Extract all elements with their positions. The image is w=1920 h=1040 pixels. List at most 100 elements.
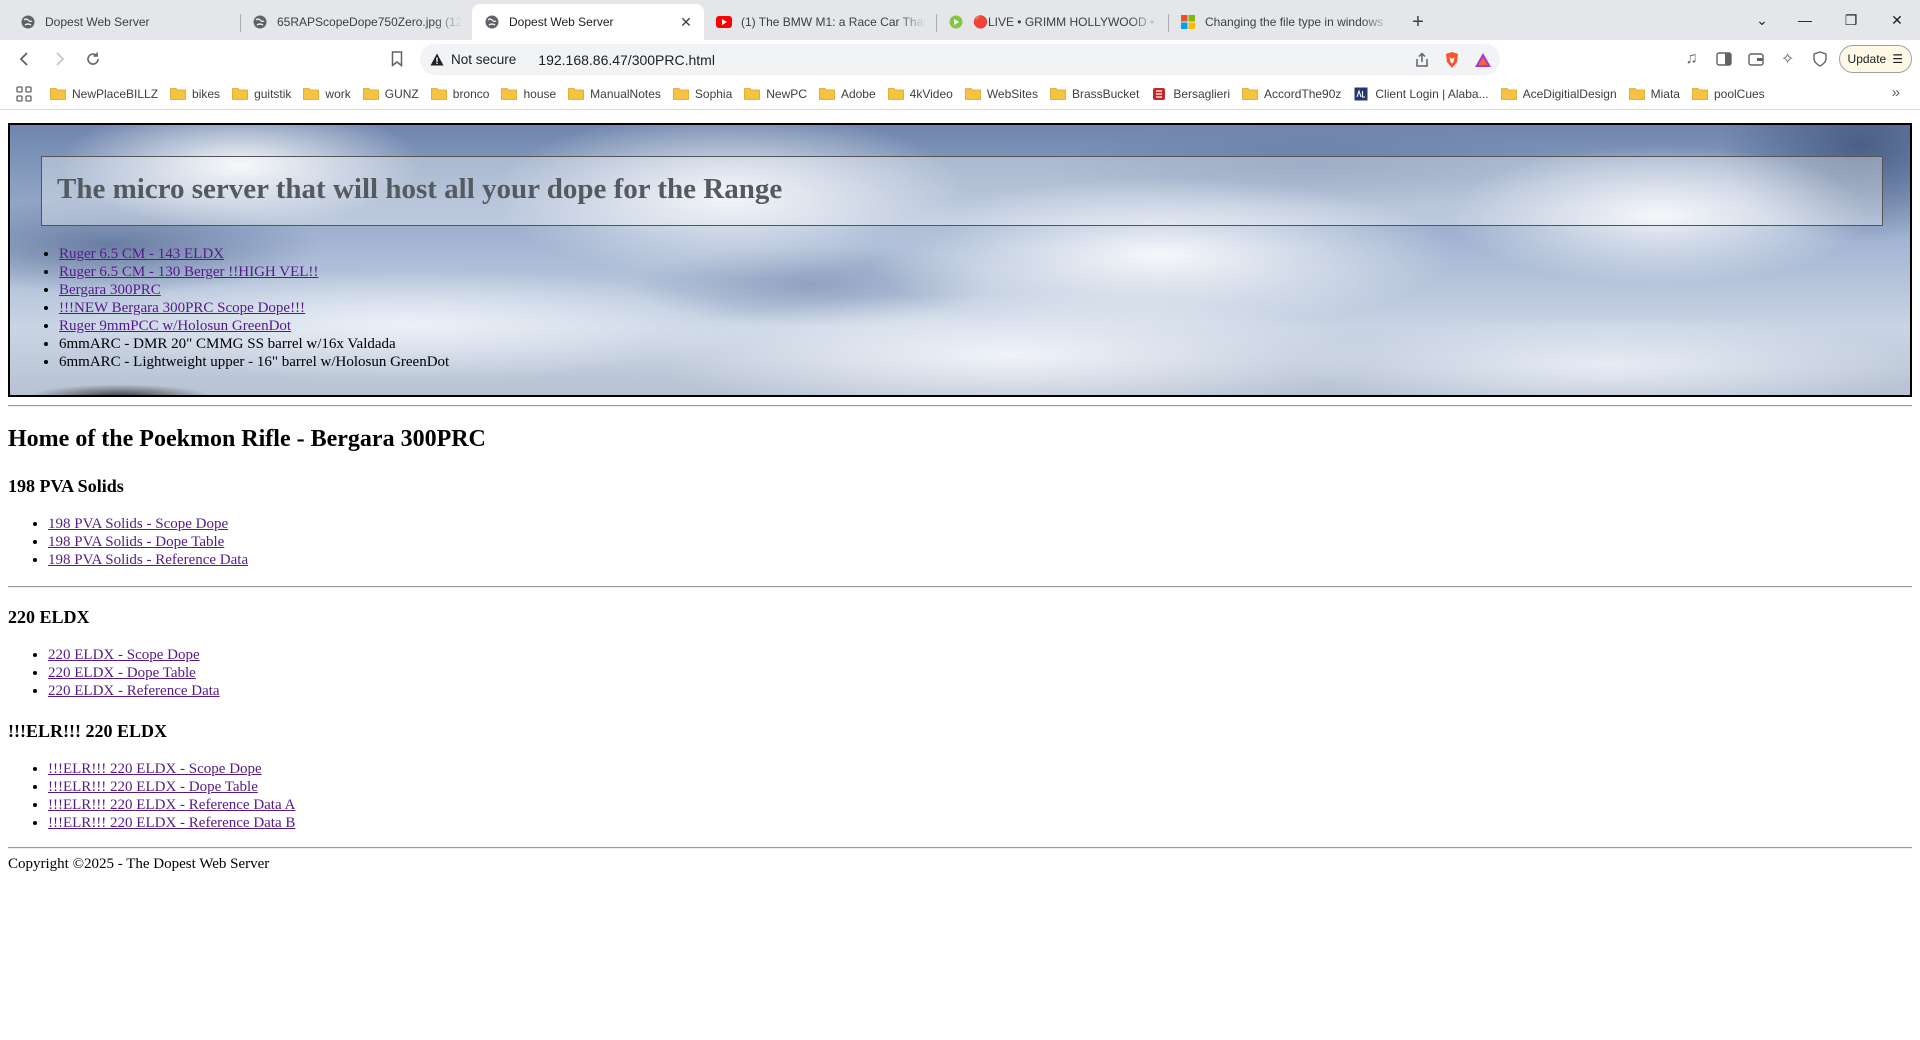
minimize-button[interactable]: — [1782,0,1828,40]
list-item: 220 ELDX - Dope Table [48,664,220,682]
restore-icon: ❐ [1844,11,1858,28]
link-elr-220-eldx-reference-data-a[interactable]: !!!ELR!!! 220 ELDX - Reference Data A [48,797,295,813]
section-links-220-eldx: 220 ELDX - Scope Dope 220 ELDX - Dope Tab… [8,646,220,700]
close-tab-icon[interactable]: ✕ [678,14,694,30]
leo-ai-button[interactable]: ✧ [1775,44,1801,74]
nav-link-ruger-6-5-cm-143-eldx[interactable]: Ruger 6.5 CM - 143 ELDX [59,246,224,262]
bookmark-accordthe90z[interactable]: AccordThe90z [1242,87,1341,101]
globe-icon [484,14,500,30]
bookmark-sophia[interactable]: Sophia [672,86,733,101]
link-220-eldx-reference-data[interactable]: 220 ELDX - Reference Data [48,683,220,699]
reload-icon [87,52,99,65]
bookmark-poolcues[interactable]: poolCues [1692,87,1765,101]
shield-icon [1812,51,1827,67]
list-item: !!!ELR!!! 220 ELDX - Reference Data A [48,796,295,814]
bookmark-bersaglieri[interactable]: Bersaglieri [1151,87,1230,101]
globe-icon [20,14,36,30]
link-198-pva-solids-dope-table[interactable]: 198 PVA Solids - Dope Table [48,534,224,550]
nav-link-bergara-300prc[interactable]: Bergara 300PRC [59,282,161,298]
address-bar[interactable]: Not secure 192.168.86.47/300PRC.html [420,44,1500,75]
bookmark-house[interactable]: house [501,87,556,101]
arrow-right-icon [56,52,65,66]
bookmark-label: work [325,86,351,101]
close-window-button[interactable]: ✕ [1874,0,1920,40]
security-indicator[interactable]: Not secure [430,52,516,67]
folder-icon [232,87,248,101]
bookmark-gunz[interactable]: GUNZ [362,87,419,101]
folder-icon [1500,87,1517,101]
share-icon[interactable] [1414,51,1430,68]
bookmark-newplacebillz[interactable]: NewPlaceBILLZ [50,87,158,101]
forward-button[interactable] [42,42,76,76]
link-220-eldx-dope-table[interactable]: 220 ELDX - Dope Table [48,665,196,681]
youtube-icon [716,14,732,30]
bookmark-icon [391,51,403,67]
link-220-eldx-scope-dope[interactable]: 220 ELDX - Scope Dope [48,647,200,663]
tab-0[interactable]: Dopest Web Server [8,4,240,40]
folder-icon [887,87,904,101]
bookmark-newpc[interactable]: NewPC [744,87,807,101]
tab-3[interactable]: (1) The BMW M1: a Race Car That C [704,4,936,40]
sidebar-button[interactable] [1711,44,1737,74]
back-button[interactable] [8,42,42,76]
bookmark-bikes[interactable]: bikes [170,87,220,101]
folder-icon [501,87,518,101]
menu-icon: ☰ [1892,52,1903,66]
section-title-elr-220-eldx: !!!ELR!!! 220 ELDX [8,721,167,741]
apps-button[interactable] [10,80,38,108]
nav-link-ruger-9mmpcc-w-holosun-greendot[interactable]: Ruger 9mmPCC w/Holosun GreenDot [59,318,291,334]
nav-link-new-bergara-300prc-scope-dope[interactable]: !!!NEW Bergara 300PRC Scope Dope!!! [59,300,305,316]
link-elr-220-eldx-dope-table[interactable]: !!!ELR!!! 220 ELDX - Dope Table [48,779,258,795]
bookmark-guitstik[interactable]: guitstik [232,87,291,101]
media-controls-button[interactable]: ♫ [1679,44,1705,74]
close-icon: ✕ [1891,11,1903,28]
vpn-button[interactable] [1807,44,1833,74]
restore-button[interactable]: ❐ [1828,0,1874,40]
bookmarks-bar: NewPlaceBILLZ bikes guitstik work GUNZ bronco… [0,78,1920,110]
bookmark-miata[interactable]: Miata [1628,87,1680,101]
nav-link-ruger-6-5-cm-130-berger-high-vel[interactable]: Ruger 6.5 CM - 130 Berger !!HIGH VEL!! [59,264,318,280]
page-heading: Home of the Poekmon Rifle - Bergara 300P… [8,426,486,452]
nav-item: !!!NEW Bergara 300PRC Scope Dope!!! [59,299,449,317]
tab-4[interactable]: 🔴LIVE • GRIMM HOLLYWOOD • C [936,4,1168,40]
bookmark-client-login-alaba[interactable]: Client Login | Alaba... [1353,87,1489,101]
nav-item: Ruger 6.5 CM - 130 Berger !!HIGH VEL!! [59,263,449,281]
bookmark-websites[interactable]: WebSites [964,87,1038,101]
bookmark-work[interactable]: work [303,86,351,101]
bookmark-manualnotes[interactable]: ManualNotes [568,87,661,101]
list-item: 198 PVA Solids - Dope Table [48,533,248,551]
page-content: The micro server that will host all your… [0,110,1920,1040]
copyright-footer: Copyright ©2025 - The Dopest Web Server [8,856,270,872]
url-text[interactable]: 192.168.86.47/300PRC.html [538,52,715,68]
new-tab-button[interactable]: + [1404,4,1432,40]
bookmark-button[interactable] [384,46,410,72]
tab-search-button[interactable]: ⌄ [1742,0,1782,40]
bookmark-adobe[interactable]: Adobe [819,87,876,101]
warning-icon [430,53,444,66]
list-item: !!!ELR!!! 220 ELDX - Scope Dope [48,760,295,778]
link-198-pva-solids-scope-dope[interactable]: 198 PVA Solids - Scope Dope [48,516,228,532]
bookmark-4kvideo[interactable]: 4kVideo [887,87,953,101]
brave-shields-icon[interactable] [1444,51,1460,69]
tab-1[interactable]: 65RAPScopeDope750Zero.jpg (1280 [240,4,472,40]
bookmark-label: Sophia [694,86,733,101]
tab-5[interactable]: Changing the file type in windows 1 [1168,4,1400,40]
link-198-pva-solids-reference-data[interactable]: 198 PVA Solids - Reference Data [48,552,248,568]
bookmark-label: NewPC [766,86,807,101]
tab-title: (1) The BMW M1: a Race Car That C [741,15,926,29]
reload-button[interactable] [76,42,110,76]
link-elr-220-eldx-reference-data-b[interactable]: !!!ELR!!! 220 ELDX - Reference Data B [48,815,295,831]
more-bookmarks-button[interactable]: » [1892,84,1900,101]
bookmark-bronco[interactable]: bronco [430,86,490,101]
bookmark-label: bronco [452,86,490,101]
tab-2-active[interactable]: Dopest Web Server ✕ [472,4,704,40]
update-button[interactable]: Update ☰ [1838,45,1912,73]
folder-icon [964,87,981,101]
brave-rewards-icon[interactable] [1474,52,1492,68]
wallet-button[interactable] [1743,44,1769,74]
bookmark-brassbucket[interactable]: BrassBucket [1050,87,1139,101]
bookmark-acedigitialdesign[interactable]: AceDigitialDesign [1500,87,1617,101]
update-label: Update [1847,52,1887,66]
link-elr-220-eldx-scope-dope[interactable]: !!!ELR!!! 220 ELDX - Scope Dope [48,761,262,777]
rumble-icon [948,14,964,30]
